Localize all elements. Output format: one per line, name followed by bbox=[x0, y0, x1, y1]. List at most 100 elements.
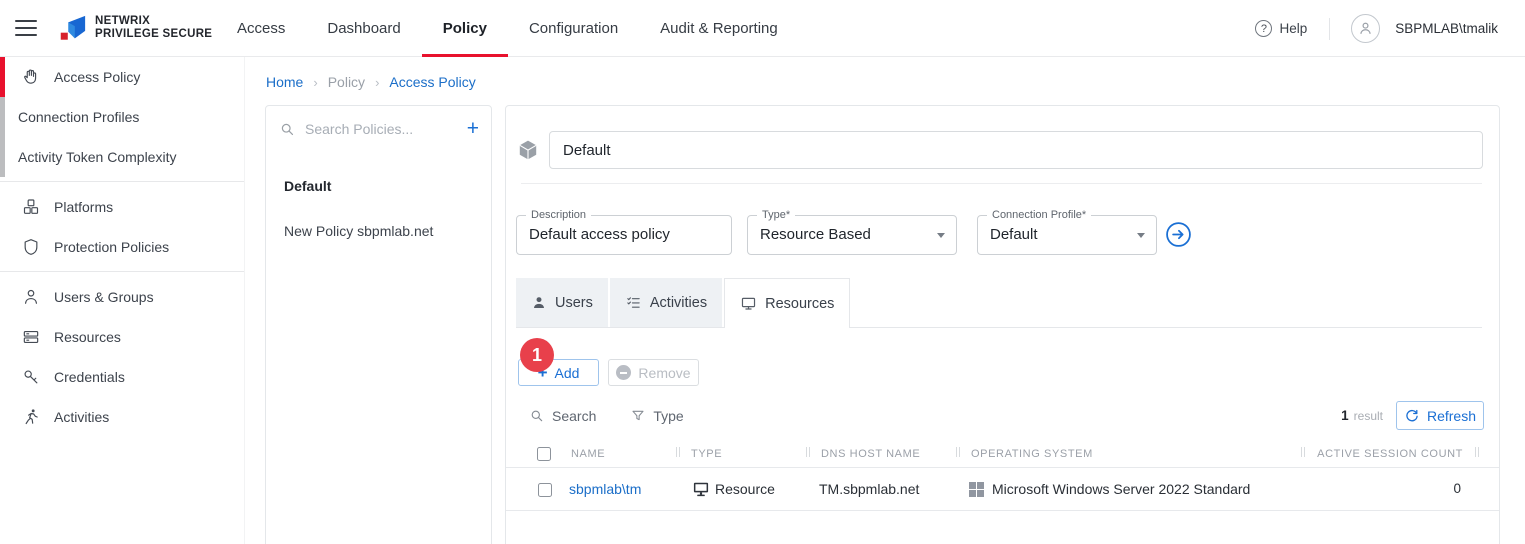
top-bar-divider bbox=[1329, 17, 1331, 40]
column-header-active-session-count[interactable]: ACTIVE SESSION COUNT bbox=[1317, 448, 1463, 460]
user-icon bbox=[25, 289, 38, 304]
select-all-checkbox[interactable] bbox=[537, 447, 551, 461]
sidebar-item-connection-profiles[interactable]: Connection Profiles bbox=[0, 97, 244, 137]
help-button[interactable]: ? Help bbox=[1255, 20, 1307, 37]
breadcrumb-home[interactable]: Home bbox=[266, 74, 303, 90]
nav-item-policy[interactable]: Policy bbox=[421, 0, 509, 57]
active-session-count: 0 bbox=[1453, 481, 1461, 496]
sidebar-item-resources[interactable]: Resources bbox=[0, 317, 244, 357]
type-filter-label: Type bbox=[653, 408, 684, 424]
breadcrumb-access-policy[interactable]: Access Policy bbox=[389, 74, 475, 90]
column-resize-handle[interactable] bbox=[956, 447, 960, 457]
avatar[interactable] bbox=[1351, 14, 1381, 43]
row-checkbox[interactable] bbox=[538, 483, 552, 497]
policy-detail-panel: Description Default access policy Type* … bbox=[505, 105, 1500, 544]
column-resize-handle[interactable] bbox=[1301, 447, 1305, 457]
column-header-dns-host-name[interactable]: DNS HOST NAME bbox=[821, 448, 920, 460]
funnel-icon bbox=[632, 410, 644, 421]
column-resize-handle[interactable] bbox=[676, 447, 680, 457]
sidebar-item-label: Users & Groups bbox=[54, 289, 154, 305]
description-field[interactable]: Description Default access policy bbox=[516, 209, 732, 255]
nav-item-audit-reporting[interactable]: Audit & Reporting bbox=[639, 0, 799, 57]
netwrix-logo-icon bbox=[60, 15, 86, 40]
search-policies-input[interactable] bbox=[305, 121, 458, 137]
brand-logo[interactable]: NETWRIX PRIVILEGE SECURE bbox=[57, 13, 212, 43]
policy-name-row bbox=[516, 131, 1483, 169]
tab-label: Resources bbox=[765, 295, 835, 312]
sidebar-scrollbar-thumb[interactable] bbox=[0, 97, 5, 177]
breadcrumb-separator: › bbox=[375, 74, 380, 90]
sidebar-item-label: Platforms bbox=[54, 199, 114, 215]
sidebar-item-platforms[interactable]: Platforms bbox=[0, 187, 244, 227]
sidebar-divider bbox=[0, 181, 244, 182]
user-icon bbox=[534, 296, 544, 308]
policy-fields-row: Description Default access policy Type* … bbox=[516, 209, 1192, 255]
column-header-name[interactable]: NAME bbox=[571, 448, 605, 460]
search-icon bbox=[281, 123, 294, 135]
remove-button-label: Remove bbox=[638, 364, 691, 381]
add-button-label: Add bbox=[554, 364, 580, 381]
column-resize-handle[interactable] bbox=[806, 447, 810, 457]
sidebar-item-credentials[interactable]: Credentials bbox=[0, 357, 244, 397]
sidebar-item-users-groups[interactable]: Users & Groups bbox=[0, 277, 244, 317]
table-header: NAME TYPE DNS HOST NAME OPERATING SYSTEM… bbox=[506, 439, 1499, 468]
connection-profile-value: Default bbox=[990, 226, 1038, 243]
top-bar: NETWRIX PRIVILEGE SECURE Access Dashboar… bbox=[0, 0, 1525, 57]
sidebar-item-label: Connection Profiles bbox=[18, 109, 140, 125]
policy-item-new-policy[interactable]: New Policy sbpmlab.net bbox=[266, 208, 491, 253]
cubes-icon bbox=[23, 199, 39, 214]
description-label: Description bbox=[526, 209, 592, 221]
tab-label: Users bbox=[555, 294, 593, 311]
policy-item-default[interactable]: Default bbox=[266, 163, 491, 208]
policy-items: Default New Policy sbpmlab.net bbox=[266, 163, 491, 253]
nav-item-access[interactable]: Access bbox=[216, 0, 306, 57]
annotation-step-badge: 1 bbox=[520, 338, 554, 372]
refresh-button[interactable]: Refresh bbox=[1396, 401, 1484, 430]
sidebar-item-label: Resources bbox=[54, 329, 121, 345]
breadcrumb-separator: › bbox=[313, 74, 318, 90]
menu-icon[interactable] bbox=[15, 20, 37, 36]
breadcrumb-policy[interactable]: Policy bbox=[328, 74, 365, 90]
policy-search-row: + bbox=[266, 109, 491, 149]
policy-name-input[interactable] bbox=[549, 131, 1483, 169]
sidebar-item-activities[interactable]: Activities bbox=[0, 397, 244, 437]
results-row: 1 result Refresh bbox=[1341, 401, 1484, 430]
sidebar-item-label: Protection Policies bbox=[54, 239, 170, 255]
nav-item-configuration[interactable]: Configuration bbox=[508, 0, 639, 57]
type-select[interactable]: Type* Resource Based bbox=[747, 209, 957, 255]
resource-type: Resource bbox=[715, 481, 775, 497]
type-value: Resource Based bbox=[760, 226, 871, 243]
table-search-filter[interactable]: Search bbox=[529, 408, 596, 424]
resource-name-link[interactable]: sbpmlab\tm bbox=[569, 481, 641, 497]
tab-activities[interactable]: Activities bbox=[609, 278, 723, 327]
column-header-type[interactable]: TYPE bbox=[691, 448, 722, 460]
connection-profile-select[interactable]: Connection Profile* Default bbox=[977, 209, 1157, 255]
table-row[interactable]: sbpmlab\tm Resource TM.sbpmlab.net Micro… bbox=[506, 468, 1499, 511]
add-policy-button[interactable]: + bbox=[467, 118, 479, 139]
column-resize-handle[interactable] bbox=[1475, 447, 1479, 457]
result-count-label: result bbox=[1353, 408, 1383, 423]
tab-users[interactable]: Users bbox=[516, 278, 608, 327]
package-cube-icon bbox=[519, 140, 537, 160]
operating-system: Microsoft Windows Server 2022 Standard bbox=[992, 481, 1251, 497]
help-label: Help bbox=[1279, 21, 1308, 36]
key-icon bbox=[24, 370, 38, 384]
section-divider bbox=[521, 183, 1482, 184]
sidebar-divider bbox=[0, 271, 244, 272]
table-type-filter[interactable]: Type bbox=[630, 408, 684, 424]
tab-resources[interactable]: Resources bbox=[724, 278, 851, 328]
sidebar-item-activity-token-complexity[interactable]: Activity Token Complexity bbox=[0, 137, 244, 177]
dns-host-name: TM.sbpmlab.net bbox=[819, 481, 920, 497]
nav-item-dashboard[interactable]: Dashboard bbox=[306, 0, 421, 57]
monitor-icon bbox=[693, 482, 709, 497]
hand-icon bbox=[24, 69, 37, 84]
table-filters: Search Type bbox=[529, 402, 684, 430]
sidebar-item-label: Activities bbox=[54, 409, 110, 425]
go-arrow-button[interactable] bbox=[1165, 221, 1192, 248]
column-header-operating-system[interactable]: OPERATING SYSTEM bbox=[971, 448, 1093, 460]
sidebar-item-access-policy[interactable]: Access Policy bbox=[0, 57, 244, 97]
remove-button[interactable]: Remove bbox=[608, 359, 699, 386]
refresh-button-label: Refresh bbox=[1426, 407, 1477, 424]
breadcrumb: Home › Policy › Access Policy bbox=[266, 74, 476, 90]
sidebar-item-protection-policies[interactable]: Protection Policies bbox=[0, 227, 244, 267]
